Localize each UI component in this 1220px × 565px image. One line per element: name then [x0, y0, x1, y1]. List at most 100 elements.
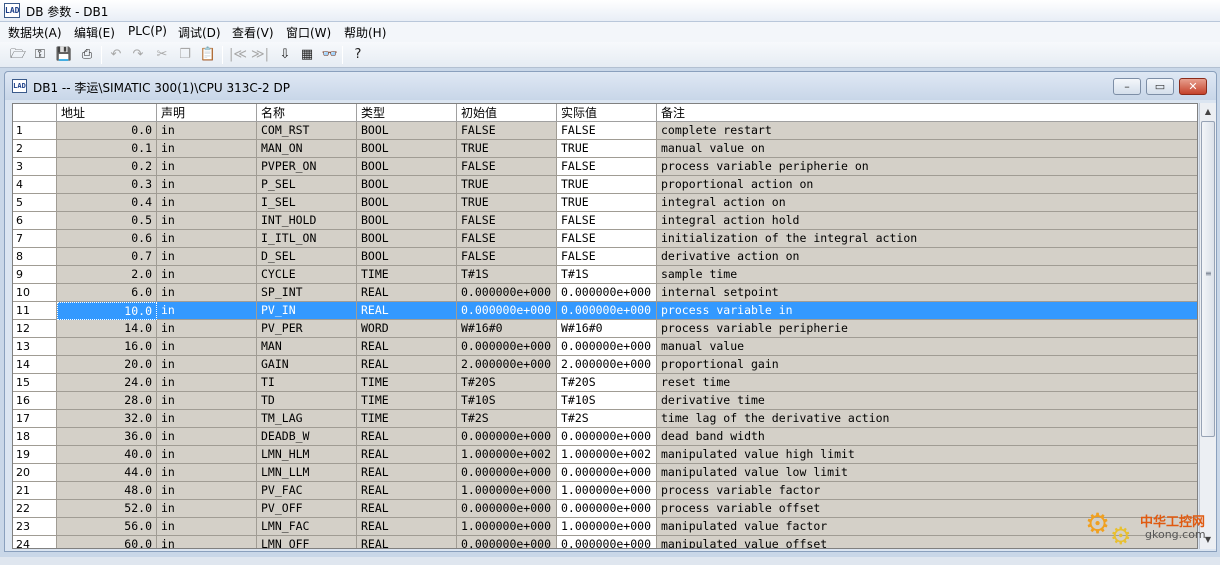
comment-cell[interactable]: initialization of the integral action: [657, 230, 1197, 248]
print-icon[interactable]: ⎙: [77, 45, 97, 65]
comment-cell[interactable]: derivative time: [657, 392, 1197, 410]
type-cell[interactable]: BOOL: [357, 212, 457, 230]
address-cell[interactable]: 36.0: [57, 428, 157, 446]
download-icon[interactable]: ⇩: [275, 45, 295, 65]
declaration-cell[interactable]: in: [157, 338, 257, 356]
actual-value-cell[interactable]: 2.000000e+000: [557, 356, 657, 374]
type-cell[interactable]: REAL: [357, 338, 457, 356]
menu-item[interactable]: 调试(D): [176, 24, 223, 41]
menu-item[interactable]: PLC(P): [126, 24, 169, 38]
name-cell[interactable]: LMN_LLM: [257, 464, 357, 482]
table-row[interactable]: 10 6.0 in SP_INT REAL 0.000000e+000 0.000000e+…: [13, 284, 1197, 302]
comment-cell[interactable]: manipulated value low limit: [657, 464, 1197, 482]
actual-value-cell[interactable]: 1.000000e+002: [557, 446, 657, 464]
actual-value-cell[interactable]: 0.000000e+000: [557, 428, 657, 446]
address-cell[interactable]: 16.0: [57, 338, 157, 356]
type-cell[interactable]: REAL: [357, 500, 457, 518]
initial-value-cell[interactable]: 0.000000e+000: [457, 338, 557, 356]
address-cell[interactable]: 10.0: [57, 302, 157, 320]
column-header[interactable]: 初始值: [457, 104, 557, 122]
comment-cell[interactable]: derivative action on: [657, 248, 1197, 266]
table-row[interactable]: 19 40.0 in LMN_HLM REAL 1.000000e+002 1.000000…: [13, 446, 1197, 464]
type-cell[interactable]: REAL: [357, 446, 457, 464]
comment-cell[interactable]: proportional action on: [657, 176, 1197, 194]
type-cell[interactable]: TIME: [357, 392, 457, 410]
address-cell[interactable]: 32.0: [57, 410, 157, 428]
table-row[interactable]: 9 2.0 in CYCLE TIME T#1S T#1S sample time: [13, 266, 1197, 284]
address-cell[interactable]: 60.0: [57, 536, 157, 548]
name-cell[interactable]: MAN: [257, 338, 357, 356]
type-cell[interactable]: TIME: [357, 410, 457, 428]
actual-value-cell[interactable]: 0.000000e+000: [557, 302, 657, 320]
type-cell[interactable]: BOOL: [357, 176, 457, 194]
save-icon[interactable]: 💾: [54, 45, 74, 65]
table-row[interactable]: 1 0.0 in COM_RST BOOL FALSE FALSE complete rest…: [13, 122, 1197, 140]
name-cell[interactable]: I_ITL_ON: [257, 230, 357, 248]
declaration-cell[interactable]: in: [157, 428, 257, 446]
initial-value-cell[interactable]: 0.000000e+000: [457, 284, 557, 302]
modules-icon[interactable]: ▦: [297, 45, 317, 65]
table-row[interactable]: 23 56.0 in LMN_FAC REAL 1.000000e+000 1.000000…: [13, 518, 1197, 536]
comment-cell[interactable]: dead band width: [657, 428, 1197, 446]
address-cell[interactable]: 24.0: [57, 374, 157, 392]
type-cell[interactable]: WORD: [357, 320, 457, 338]
initial-value-cell[interactable]: FALSE: [457, 158, 557, 176]
actual-value-cell[interactable]: 0.000000e+000: [557, 500, 657, 518]
comment-cell[interactable]: proportional gain: [657, 356, 1197, 374]
table-row[interactable]: 2 0.1 in MAN_ON BOOL TRUE TRUE manual value on: [13, 140, 1197, 158]
comment-cell[interactable]: manipulated value high limit: [657, 446, 1197, 464]
type-cell[interactable]: TIME: [357, 266, 457, 284]
name-cell[interactable]: I_SEL: [257, 194, 357, 212]
declaration-cell[interactable]: in: [157, 374, 257, 392]
address-cell[interactable]: 0.7: [57, 248, 157, 266]
cut-icon[interactable]: ✂: [152, 45, 172, 65]
declaration-cell[interactable]: in: [157, 302, 257, 320]
declaration-cell[interactable]: in: [157, 356, 257, 374]
initial-value-cell[interactable]: T#2S: [457, 410, 557, 428]
comment-cell[interactable]: manual value on: [657, 140, 1197, 158]
table-row[interactable]: 20 44.0 in LMN_LLM REAL 0.000000e+000 0.000000…: [13, 464, 1197, 482]
name-cell[interactable]: DEADB_W: [257, 428, 357, 446]
type-cell[interactable]: REAL: [357, 284, 457, 302]
copy-icon[interactable]: ❐: [175, 45, 195, 65]
address-cell[interactable]: 40.0: [57, 446, 157, 464]
initial-value-cell[interactable]: 0.000000e+000: [457, 302, 557, 320]
vertical-scrollbar[interactable]: ▲ ≡ ▼: [1199, 103, 1216, 549]
address-cell[interactable]: 0.2: [57, 158, 157, 176]
table-row[interactable]: 21 48.0 in PV_FAC REAL 1.000000e+000 1.000000e…: [13, 482, 1197, 500]
first-icon[interactable]: |≪: [228, 45, 248, 65]
comment-cell[interactable]: process variable peripherie: [657, 320, 1197, 338]
address-cell[interactable]: 0.5: [57, 212, 157, 230]
name-cell[interactable]: CYCLE: [257, 266, 357, 284]
actual-value-cell[interactable]: FALSE: [557, 248, 657, 266]
name-cell[interactable]: PV_OFF: [257, 500, 357, 518]
table-row[interactable]: 14 20.0 in GAIN REAL 2.000000e+000 2.000000e+0…: [13, 356, 1197, 374]
actual-value-cell[interactable]: W#16#0: [557, 320, 657, 338]
name-cell[interactable]: TI: [257, 374, 357, 392]
type-cell[interactable]: BOOL: [357, 230, 457, 248]
actual-value-cell[interactable]: T#20S: [557, 374, 657, 392]
type-cell[interactable]: REAL: [357, 518, 457, 536]
name-cell[interactable]: PVPER_ON: [257, 158, 357, 176]
comment-cell[interactable]: manual value: [657, 338, 1197, 356]
comment-cell[interactable]: process variable factor: [657, 482, 1197, 500]
actual-value-cell[interactable]: 1.000000e+000: [557, 482, 657, 500]
actual-value-cell[interactable]: TRUE: [557, 194, 657, 212]
column-header[interactable]: 名称: [257, 104, 357, 122]
type-cell[interactable]: BOOL: [357, 158, 457, 176]
initial-value-cell[interactable]: 1.000000e+002: [457, 446, 557, 464]
name-cell[interactable]: INT_HOLD: [257, 212, 357, 230]
declaration-cell[interactable]: in: [157, 158, 257, 176]
actual-value-cell[interactable]: FALSE: [557, 122, 657, 140]
minimize-button[interactable]: –: [1113, 78, 1141, 95]
actual-value-cell[interactable]: 0.000000e+000: [557, 284, 657, 302]
initial-value-cell[interactable]: FALSE: [457, 230, 557, 248]
actual-value-cell[interactable]: 0.000000e+000: [557, 338, 657, 356]
initial-value-cell[interactable]: TRUE: [457, 176, 557, 194]
table-row[interactable]: 5 0.4 in I_SEL BOOL TRUE TRUE integral action o…: [13, 194, 1197, 212]
comment-cell[interactable]: time lag of the derivative action: [657, 410, 1197, 428]
address-cell[interactable]: 0.6: [57, 230, 157, 248]
initial-value-cell[interactable]: TRUE: [457, 140, 557, 158]
declaration-cell[interactable]: in: [157, 284, 257, 302]
column-header[interactable]: 地址: [57, 104, 157, 122]
